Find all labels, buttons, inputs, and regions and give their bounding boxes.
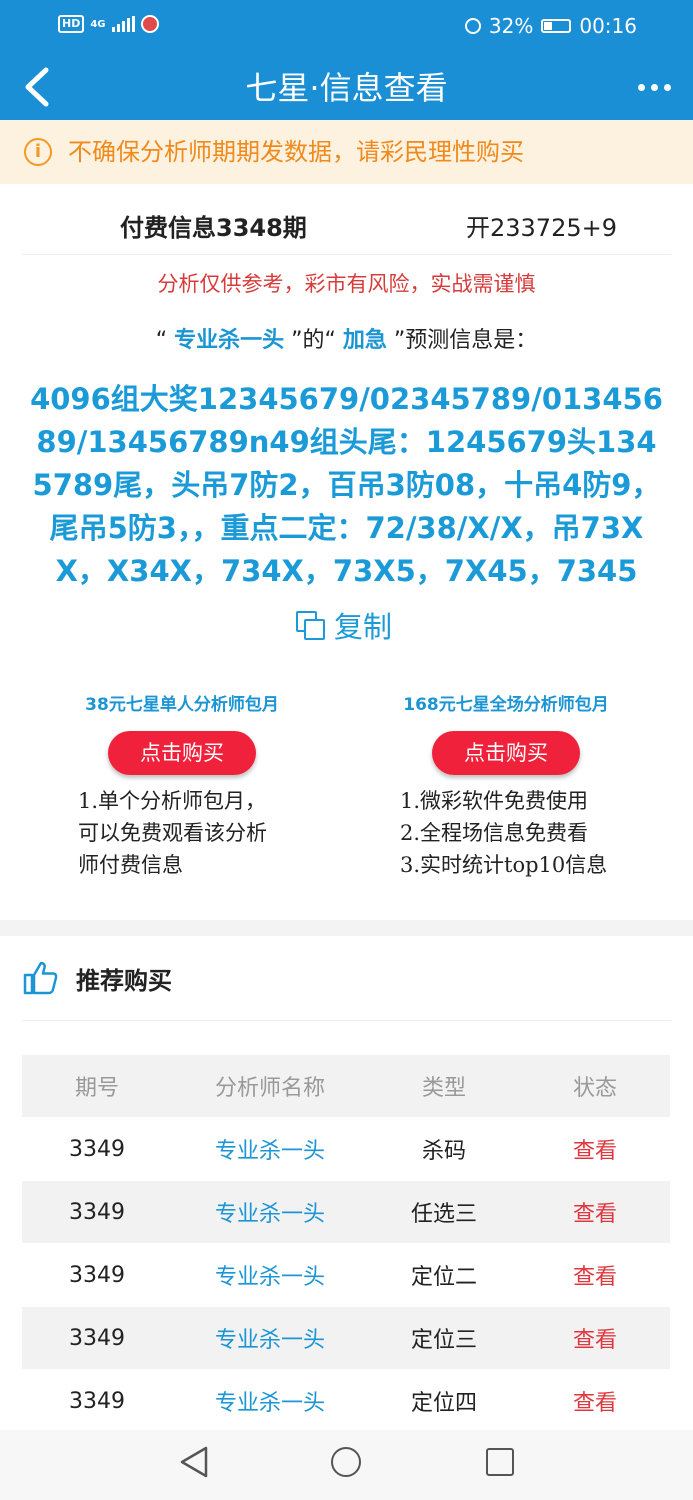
analyst-link[interactable]: 专业杀一头	[172, 1133, 368, 1165]
type-cell: 任选三	[410, 1202, 477, 1227]
warning-banner: i 不确保分析师期期发数据，请彩民理性购买	[0, 120, 693, 184]
package-line: 2.全程场信息免费看	[400, 821, 589, 845]
info-icon: i	[24, 138, 52, 166]
divider	[22, 1020, 671, 1021]
clock: 00:16	[579, 14, 637, 38]
type-cell: 定位三	[410, 1328, 477, 1353]
app-header: 七星·信息查看	[0, 54, 693, 120]
nav-back-icon[interactable]	[176, 1444, 212, 1480]
period-title: 付费信息3348期	[120, 214, 307, 242]
analyst-name[interactable]: 专业杀一头	[174, 328, 284, 353]
nav-recents-icon[interactable]	[486, 1448, 514, 1476]
prediction-category: 加急	[342, 328, 387, 353]
package-title: 38元七星单人分析师包月	[85, 695, 279, 715]
buy-button-all[interactable]: 点击购买	[432, 731, 580, 775]
quote-end: ”预测信息是：	[386, 328, 538, 353]
copy-button[interactable]: 复制	[296, 604, 392, 646]
signal-icon	[111, 16, 135, 32]
system-nav-bar	[0, 1430, 693, 1500]
period-cell: 3349	[69, 1199, 125, 1225]
more-dot-icon	[663, 83, 671, 91]
period-cell: 3349	[69, 1136, 125, 1162]
recommend-header: 推荐购买	[22, 960, 172, 996]
column-header: 分析师名称	[214, 1076, 325, 1101]
copy-label: 复制	[334, 610, 393, 644]
quote-open: “	[155, 328, 175, 353]
period-cell: 3349	[69, 1262, 125, 1288]
package-line: 1.微彩软件免费使用	[400, 789, 589, 813]
column-header: 状态	[572, 1076, 617, 1101]
type-cell: 定位四	[410, 1391, 477, 1416]
nav-home-icon[interactable]	[331, 1447, 361, 1477]
battery-percent: 32%	[488, 14, 534, 38]
more-dot-icon	[650, 83, 658, 91]
package-line: 1.单个分析师包月，	[78, 789, 267, 813]
table-header: 期号 分析师名称 类型 状态	[22, 1055, 670, 1117]
period-cell: 3349	[69, 1388, 125, 1414]
draw-result: 开233725+9	[466, 214, 617, 242]
table-row: 3349 专业杀一头 杀码 查看	[22, 1118, 670, 1180]
more-dot-icon	[637, 83, 645, 91]
status-bar: HD 4G 32% 00:16	[0, 0, 693, 54]
period-cell: 3349	[69, 1325, 125, 1351]
risk-disclaimer: 分析仅供参考，彩市有风险，实战需谨慎	[157, 272, 536, 296]
divider	[22, 254, 671, 255]
package-description: 1.单个分析师包月， 可以免费观看该分析 师付费信息	[32, 785, 332, 881]
analyst-link[interactable]: 专业杀一头	[172, 1322, 368, 1354]
package-all: 168元七星全场分析师包月 点击购买 1.微彩软件免费使用 2.全程场信息免费看…	[356, 690, 656, 881]
package-line: 3.实时统计top10信息	[400, 853, 608, 877]
analyst-link[interactable]: 专业杀一头	[172, 1196, 368, 1228]
table-row: 3349 专业杀一头 定位二 查看	[22, 1244, 670, 1306]
app-notification-icon	[140, 15, 159, 33]
view-link[interactable]: 查看	[520, 1196, 670, 1228]
package-single: 38元七星单人分析师包月 点击购买 1.单个分析师包月， 可以免费观看该分析 师…	[32, 690, 332, 881]
quote-mid: ”的“	[284, 328, 343, 353]
table-row: 3349 专业杀一头 定位三 查看	[22, 1307, 670, 1369]
package-line: 可以免费观看该分析	[78, 821, 267, 845]
view-link[interactable]: 查看	[520, 1322, 670, 1354]
warning-text: 不确保分析师期期发数据，请彩民理性购买	[68, 138, 524, 166]
thumbs-up-icon	[23, 961, 58, 995]
analyst-link[interactable]: 专业杀一头	[172, 1259, 368, 1291]
more-options-button[interactable]	[629, 70, 679, 104]
section-separator	[0, 920, 693, 936]
buy-button-single[interactable]: 点击购买	[108, 731, 256, 775]
recommend-title: 推荐购买	[76, 966, 172, 995]
network-type: 4G	[90, 18, 106, 30]
copy-icon	[296, 611, 325, 640]
package-description: 1.微彩软件免费使用 2.全程场信息免费看 3.实时统计top10信息	[356, 785, 656, 881]
prediction-heading: “ 专业杀一头 ”的“ 加急 ”预测信息是：	[0, 322, 693, 354]
package-line: 师付费信息	[78, 853, 183, 877]
analyst-link[interactable]: 专业杀一头	[172, 1385, 368, 1417]
hd-icon: HD	[58, 15, 85, 33]
page-title: 七星·信息查看	[245, 69, 448, 107]
type-cell: 杀码	[421, 1139, 466, 1164]
type-cell: 定位二	[410, 1265, 477, 1290]
table-row: 3349 专业杀一头 定位四 查看	[22, 1370, 670, 1432]
view-link[interactable]: 查看	[520, 1385, 670, 1417]
view-link[interactable]: 查看	[520, 1259, 670, 1291]
column-header: 类型	[421, 1076, 466, 1101]
column-header: 期号	[74, 1076, 119, 1101]
battery-icon	[541, 19, 572, 33]
view-link[interactable]: 查看	[520, 1133, 670, 1165]
table-row: 3349 专业杀一头 任选三 查看	[22, 1181, 670, 1243]
recommend-table: 期号 分析师名称 类型 状态 3349 专业杀一头 杀码 查看 3349 专业杀…	[22, 1055, 670, 1432]
prediction-content: 4096组大奖12345679/02345789/01345689/134567…	[30, 382, 663, 588]
alarm-icon	[464, 18, 481, 34]
package-title: 168元七星全场分析师包月	[403, 695, 609, 715]
